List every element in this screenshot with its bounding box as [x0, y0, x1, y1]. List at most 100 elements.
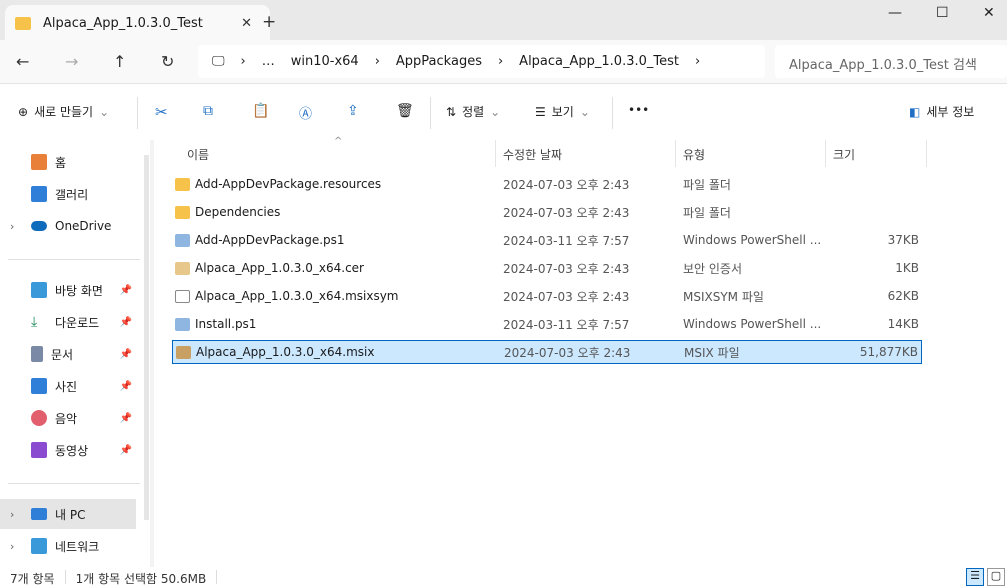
- file-row[interactable]: Alpaca_App_1.0.3.0_x64.cer 2024-07-03 오후 …: [172, 256, 922, 280]
- file-type: Windows PowerShell ...: [683, 233, 822, 247]
- view-button[interactable]: ☰ 보기 ⌄: [535, 103, 590, 120]
- maximize-button[interactable]: ☐: [936, 5, 949, 21]
- sidebar-item-pictures[interactable]: 사진 📌: [0, 371, 136, 401]
- cut-icon[interactable]: ✂: [155, 103, 168, 121]
- pin-icon[interactable]: 📌: [120, 285, 132, 296]
- details-pane-icon: ◧: [909, 104, 921, 119]
- pin-icon[interactable]: 📌: [120, 381, 132, 392]
- label: OneDrive: [55, 219, 112, 233]
- file-row[interactable]: Add-AppDevPackage.ps1 2024-03-11 오후 7:57 W…: [172, 228, 922, 252]
- divider[interactable]: [675, 140, 676, 167]
- file-row[interactable]: Dependencies 2024-07-03 오후 2:43 파일 폴더: [172, 200, 922, 224]
- pin-icon[interactable]: 📌: [120, 413, 132, 424]
- more-button[interactable]: •••: [628, 103, 649, 117]
- pin-icon[interactable]: 📌: [120, 445, 132, 456]
- sidebar-item-music[interactable]: 음악 📌: [0, 403, 136, 433]
- selection-info: 1개 항목 선택함 50.6MB: [75, 572, 207, 586]
- chevron-icon[interactable]: ›: [695, 54, 700, 69]
- breadcrumb-apppackages[interactable]: AppPackages: [396, 54, 482, 69]
- divider[interactable]: [926, 140, 927, 167]
- ps1-icon: [175, 233, 190, 247]
- file-type: MSIXSYM 파일: [683, 289, 764, 304]
- column-type[interactable]: 유형: [683, 146, 705, 163]
- chevron-right-icon[interactable]: ›: [10, 540, 14, 553]
- breadcrumb-overflow[interactable]: …: [262, 54, 275, 69]
- address-bar[interactable]: 🖵 › … win10-x64 › AppPackages › Alpaca_A…: [198, 45, 765, 78]
- file-row[interactable]: Add-AppDevPackage.resources 2024-07-03 오후…: [172, 172, 922, 196]
- network-icon: [31, 538, 47, 554]
- file-date: 2024-07-03 오후 2:43: [503, 177, 630, 192]
- sidebar-item-desktop[interactable]: 바탕 화면 📌: [0, 275, 136, 305]
- sidebar-item-gallery[interactable]: 갤러리: [0, 179, 136, 209]
- file-name: Add-AppDevPackage.ps1: [195, 233, 345, 247]
- details-view-button[interactable]: ☰: [966, 568, 984, 586]
- pin-icon[interactable]: 📌: [120, 349, 132, 360]
- tab-active[interactable]: Alpaca_App_1.0.3.0_Test ✕: [5, 5, 270, 41]
- label: 네트워크: [55, 539, 100, 554]
- details-button[interactable]: ◧ 세부 정보: [909, 103, 974, 120]
- sidebar-item-network[interactable]: › 네트워크: [0, 531, 136, 561]
- up-icon[interactable]: ↑: [113, 52, 126, 71]
- chevron-right-icon[interactable]: ›: [10, 508, 14, 521]
- file-date: 2024-07-03 오후 2:43: [503, 205, 630, 220]
- folder-icon: [15, 16, 31, 30]
- file-type: Windows PowerShell ...: [683, 317, 822, 331]
- file-size: 51,877KB: [859, 345, 918, 359]
- chevron-right-icon[interactable]: ›: [10, 220, 14, 233]
- pin-icon[interactable]: 📌: [120, 317, 132, 328]
- sidebar-item-downloads[interactable]: ⤓ 다운로드 📌: [0, 307, 136, 337]
- home-icon: [31, 154, 47, 170]
- file-name: Dependencies: [195, 205, 281, 219]
- chevron-icon: ›: [240, 54, 246, 69]
- desktop-icon: [31, 282, 47, 298]
- sidebar-item-videos[interactable]: 동영상 📌: [0, 435, 136, 465]
- minimize-button[interactable]: —: [888, 5, 902, 21]
- sidebar-scrollbar[interactable]: [144, 155, 149, 520]
- divider: [64, 570, 66, 584]
- chevron-down-icon: ⌄: [490, 104, 501, 119]
- sidebar-item-this-pc[interactable]: › 내 PC: [0, 499, 136, 529]
- back-icon[interactable]: ←: [16, 52, 29, 71]
- column-name[interactable]: 이름: [187, 146, 209, 163]
- chevron-down-icon: ⌄: [99, 104, 110, 119]
- paste-icon[interactable]: 📋: [252, 103, 269, 119]
- sort-button[interactable]: ⇅ 정렬 ⌄: [446, 103, 500, 120]
- sidebar-item-home[interactable]: 홈: [0, 147, 136, 177]
- breadcrumb-current[interactable]: Alpaca_App_1.0.3.0_Test: [519, 54, 679, 69]
- sidebar-item-documents[interactable]: 문서 📌: [0, 339, 136, 369]
- file-size: 14KB: [887, 317, 919, 331]
- file-row[interactable]: Alpaca_App_1.0.3.0_x64.msix 2024-07-03 오후…: [172, 340, 922, 364]
- column-size[interactable]: 크기: [833, 146, 855, 163]
- gallery-icon: [31, 186, 47, 202]
- file-type: MSIX 파일: [684, 345, 740, 360]
- divider[interactable]: [825, 140, 826, 167]
- tiles-view-button[interactable]: ▢: [987, 568, 1005, 586]
- sidebar-item-onedrive[interactable]: › OneDrive: [0, 211, 136, 241]
- close-window-button[interactable]: ✕: [983, 5, 995, 21]
- file-date: 2024-03-11 오후 7:57: [503, 233, 630, 248]
- file-row[interactable]: Alpaca_App_1.0.3.0_x64.msixsym 2024-07-03…: [172, 284, 922, 308]
- share-icon[interactable]: ⇪: [347, 103, 359, 119]
- tab-title: Alpaca_App_1.0.3.0_Test: [43, 15, 203, 31]
- divider[interactable]: [495, 140, 496, 167]
- new-button[interactable]: ⊕ 새로 만들기 ⌄: [18, 103, 109, 120]
- file-row[interactable]: Install.ps1 2024-03-11 오후 7:57 Windows Pow…: [172, 312, 922, 336]
- file-icon: [175, 289, 190, 303]
- copy-icon[interactable]: ⧉: [203, 103, 213, 119]
- file-name: Alpaca_App_1.0.3.0_x64.msixsym: [195, 289, 399, 303]
- refresh-icon[interactable]: ↻: [161, 52, 174, 71]
- close-tab-icon[interactable]: ✕: [241, 16, 252, 31]
- delete-icon[interactable]: 🗑: [396, 103, 414, 119]
- file-size: 1KB: [895, 261, 919, 275]
- file-date: 2024-07-03 오후 2:43: [504, 345, 631, 360]
- command-bar: ⊕ 새로 만들기 ⌄ ✂ ⧉ 📋 Ⓐ ⇪ 🗑 ⇅ 정렬 ⌄ ☰ 보기 ⌄ ••• ◧ 세부 정…: [0, 85, 1007, 140]
- breadcrumb-win10[interactable]: win10-x64: [291, 54, 359, 69]
- file-type: 보안 인증서: [683, 261, 743, 276]
- label: 동영상: [55, 443, 89, 458]
- forward-icon[interactable]: →: [65, 52, 78, 71]
- column-date[interactable]: 수정한 날짜: [503, 146, 562, 163]
- new-tab-button[interactable]: +: [262, 12, 276, 32]
- rename-icon[interactable]: Ⓐ: [299, 103, 312, 122]
- file-type: 파일 폴더: [683, 205, 731, 220]
- search-input[interactable]: Alpaca_App_1.0.3.0_Test 검색: [775, 45, 1007, 78]
